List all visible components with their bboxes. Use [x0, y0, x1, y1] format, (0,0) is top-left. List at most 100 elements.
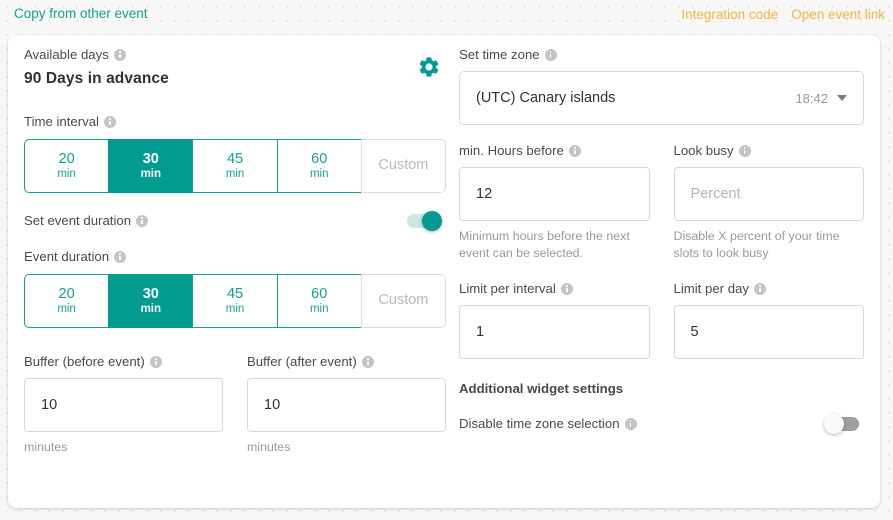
info-icon[interactable] [568, 145, 581, 157]
time-zone-label: Set time zone [459, 47, 864, 63]
time-interval-option-20[interactable]: 20 min [24, 139, 109, 193]
info-icon[interactable] [113, 49, 126, 61]
info-icon[interactable] [149, 356, 162, 368]
time-interval-option-45[interactable]: 45 min [192, 139, 277, 193]
time-zone-section: Set time zone (UTC) Canary islands 18:42 [459, 47, 864, 125]
info-icon[interactable] [544, 49, 557, 61]
segment-unit: min [225, 167, 245, 180]
limits-row: Limit per interval 1 Limit per day 5 [459, 281, 864, 359]
segment-value: 20 [58, 286, 75, 303]
time-zone-current-time: 18:42 [795, 90, 828, 106]
segment-unit: min [57, 302, 76, 315]
additional-widget-settings-title: Additional widget settings [459, 381, 624, 396]
topbar-left-group: Copy from other event [14, 5, 681, 23]
copy-from-other-event-link[interactable]: Copy from other event [14, 6, 148, 21]
topbar-right-group: Integration code Open event link [681, 7, 885, 22]
info-icon[interactable] [624, 418, 637, 430]
top-action-bar: Copy from other event Integration code O… [0, 0, 893, 28]
set-event-duration-toggle[interactable] [407, 211, 442, 231]
event-duration-option-30[interactable]: 30 min [108, 274, 193, 328]
info-icon[interactable] [560, 283, 573, 295]
look-busy-helper: Disable X percent of your time slots to … [673, 229, 840, 260]
look-busy-label-text: Look busy [673, 143, 734, 158]
min-hours-before-field: min. Hours before 12 Minimum hours befor… [459, 143, 650, 261]
time-interval-option-60[interactable]: 60 min [276, 139, 361, 193]
settings-right-column: Set time zone (UTC) Canary islands 18:42… [459, 47, 864, 434]
time-interval-section: Time interval 20 min 30 min 45 min 60 mi… [24, 114, 447, 193]
available-days-block: Available days 90 Days in advance [24, 47, 169, 88]
time-interval-option-30[interactable]: 30 min [108, 139, 193, 193]
event-duration-segmented-control: 20 min 30 min 45 min 60 min Custom [24, 274, 447, 328]
segment-unit: min [309, 167, 329, 180]
event-duration-option-45[interactable]: 45 min [192, 274, 277, 328]
info-icon[interactable] [738, 145, 751, 157]
buffer-after-label-text: Buffer (after event) [247, 354, 357, 369]
settings-left-column: Available days 90 Days in advance Time i… [24, 47, 447, 456]
limit-per-interval-input[interactable]: 1 [459, 305, 650, 359]
time-interval-option-custom[interactable]: Custom [360, 139, 447, 193]
event-duration-option-60[interactable]: 60 min [276, 274, 361, 328]
hours-and-busy-row: min. Hours before 12 Minimum hours befor… [459, 143, 864, 261]
info-icon[interactable] [104, 116, 116, 128]
limit-per-interval-label: Limit per interval [459, 281, 650, 297]
limit-per-day-input[interactable]: 5 [673, 305, 864, 359]
available-days-value: 90 Days in advance [24, 70, 169, 87]
segment-value: 45 [226, 286, 244, 303]
segment-value: 30 [142, 151, 159, 168]
open-event-link[interactable]: Open event link [791, 7, 885, 22]
event-duration-label: Event duration [24, 249, 446, 265]
segment-value: 30 [142, 286, 159, 303]
min-hours-before-helper: Minimum hours before the next event can … [459, 229, 630, 260]
segment-unit: min [140, 167, 162, 180]
event-duration-label-text: Event duration [24, 249, 110, 264]
min-hours-before-label: min. Hours before [459, 143, 650, 159]
set-event-duration-label: Set event duration [24, 213, 149, 229]
buffer-after-helper: minutes [247, 440, 291, 454]
segment-value: Custom [378, 292, 429, 309]
gear-icon[interactable] [417, 55, 441, 79]
buffer-after-field: Buffer (after event) 10 minutes [247, 354, 446, 456]
time-interval-label-text: Time interval [24, 114, 99, 129]
look-busy-input[interactable]: Percent [673, 167, 864, 221]
segment-unit: min [309, 302, 329, 315]
buffer-before-label: Buffer (before event) [24, 354, 223, 370]
available-days-label: Available days [24, 47, 169, 63]
info-icon[interactable] [361, 356, 374, 368]
look-busy-label: Look busy [674, 143, 865, 159]
time-zone-label-text: Set time zone [459, 47, 540, 62]
limit-per-interval-label-text: Limit per interval [459, 281, 556, 296]
info-icon[interactable] [136, 215, 149, 227]
integration-code-link[interactable]: Integration code [681, 7, 778, 22]
limit-per-day-label-text: Limit per day [673, 281, 750, 296]
info-icon[interactable] [754, 283, 766, 295]
min-hours-before-input[interactable]: 12 [459, 167, 650, 221]
disable-time-zone-label-text: Disable time zone selection [459, 416, 620, 431]
event-duration-section: Event duration 20 min 30 min 45 min 60 m… [24, 249, 447, 328]
disable-time-zone-toggle[interactable] [824, 414, 859, 434]
buffer-before-label-text: Buffer (before event) [24, 354, 145, 369]
event-duration-option-custom[interactable]: Custom [360, 274, 447, 328]
buffer-before-field: Buffer (before event) 10 minutes [24, 354, 223, 456]
buffer-fields-row: Buffer (before event) 10 minutes Buffer … [24, 354, 446, 456]
event-duration-option-20[interactable]: 20 min [24, 274, 109, 328]
available-days-label-text: Available days [24, 47, 109, 62]
buffer-before-helper: minutes [24, 440, 68, 454]
segment-value: 60 [311, 286, 328, 303]
buffer-after-input[interactable]: 10 [247, 378, 446, 432]
info-icon[interactable] [114, 251, 127, 263]
available-days-section: Available days 90 Days in advance [24, 47, 446, 88]
set-event-duration-row: Set event duration [24, 211, 446, 231]
segment-unit: min [57, 167, 76, 180]
buffer-after-label: Buffer (after event) [247, 354, 446, 370]
segment-value: Custom [378, 157, 429, 174]
event-settings-card: Available days 90 Days in advance Time i… [8, 35, 880, 508]
limit-per-interval-field: Limit per interval 1 [459, 281, 650, 359]
segment-value: 60 [311, 151, 328, 168]
time-zone-select[interactable]: (UTC) Canary islands 18:42 [459, 71, 864, 125]
segment-value: 20 [58, 151, 75, 168]
segment-unit: min [225, 302, 245, 315]
limit-per-day-field: Limit per day 5 [673, 281, 864, 359]
buffer-before-input[interactable]: 10 [24, 378, 223, 432]
time-interval-segmented-control: 20 min 30 min 45 min 60 min Custom [24, 139, 447, 193]
segment-value: 45 [226, 151, 244, 168]
